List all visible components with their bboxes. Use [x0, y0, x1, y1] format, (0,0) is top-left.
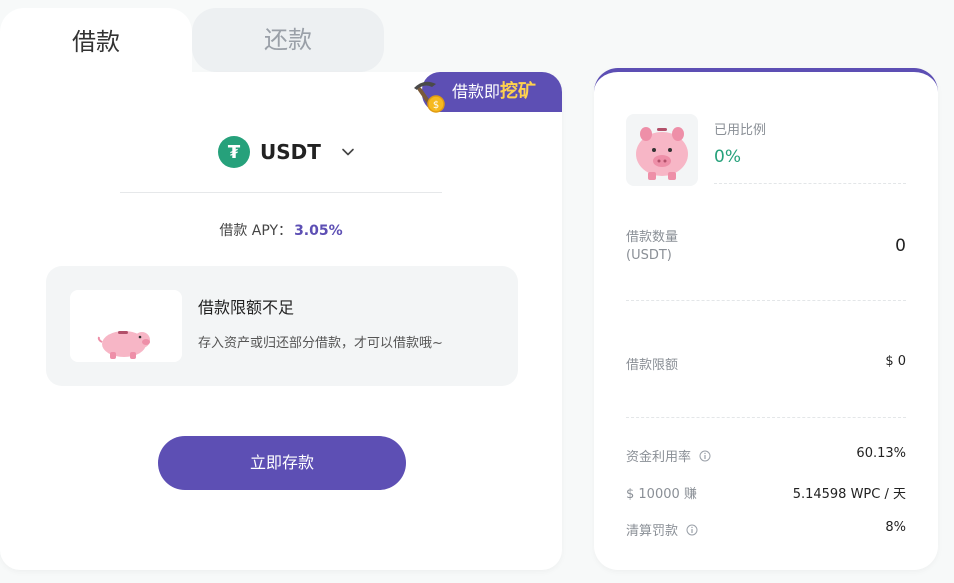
- svg-text:$: $: [433, 100, 439, 111]
- badge-text: 借款即: [452, 82, 501, 101]
- token-symbol: USDT: [260, 140, 321, 164]
- pickaxe-coin-icon: $: [414, 81, 445, 113]
- borrow-amount-unit: (USDT): [626, 248, 672, 263]
- borrow-amount-label: 借款数量: [626, 230, 679, 245]
- info-circle-icon[interactable]: [686, 524, 698, 536]
- tether-icon-glyph: ₮: [227, 141, 241, 163]
- utilization-value: 60.13%: [856, 446, 906, 461]
- borrow-summary-panel: 已用比例 0% 借款数量 (USDT) 0 借款限额 $ 0 资金利用率 60.…: [594, 68, 938, 570]
- apy-value: 3.05%: [294, 223, 343, 239]
- deposit-now-button[interactable]: 立即存款: [158, 436, 406, 490]
- borrow-limit-value: $ 0: [885, 354, 906, 369]
- insufficient-limit-notice: 借款限额不足 存入资产或归还部分借款，才可以借款哦~: [46, 266, 518, 386]
- apy-label: 借款 APY：: [219, 223, 293, 239]
- liquidation-penalty-value: 8%: [885, 520, 906, 535]
- utilization-label-text: 资金利用率: [626, 450, 692, 465]
- notice-description: 存入资产或归还部分借款，才可以借款哦~: [198, 336, 443, 351]
- tether-icon: ₮: [218, 136, 250, 168]
- earn-value: 5.14598 WPC / 天: [792, 487, 906, 502]
- tab-bar: 还款 借款: [0, 8, 560, 78]
- borrow-panel: $ 借款即挖矿 ₮ USDT 借款 APY： 3.05% 借款限额不足 存入资产…: [0, 72, 562, 570]
- limit-divider: [626, 417, 906, 418]
- notice-title: 借款限额不足: [198, 298, 295, 317]
- tab-borrow[interactable]: 借款: [0, 8, 192, 78]
- borrow-amount-value: 0: [895, 236, 906, 256]
- borrow-mining-badge[interactable]: $ 借款即挖矿: [414, 72, 562, 113]
- tab-repay[interactable]: 还款: [192, 8, 384, 72]
- liquidation-label-text: 清算罚款: [626, 524, 679, 539]
- piggy-bank-icon: [97, 331, 150, 359]
- piggy-bank-icon: [636, 127, 688, 180]
- chevron-down-icon: [342, 148, 354, 156]
- borrow-limit-label: 借款限额: [626, 358, 679, 373]
- badge-highlight: 挖矿: [500, 81, 537, 102]
- liquidation-penalty-label: 清算罚款: [626, 520, 698, 539]
- notice-illustration: [70, 290, 182, 362]
- borrow-apy: 借款 APY： 3.05%: [0, 220, 562, 240]
- used-ratio-label: 已用比例: [714, 123, 767, 138]
- token-divider: [120, 192, 442, 193]
- ratio-divider: [714, 183, 906, 184]
- token-selector[interactable]: ₮ USDT: [218, 134, 355, 170]
- earn-label: $ 10000 赚: [626, 487, 697, 502]
- info-circle-icon[interactable]: [699, 450, 711, 462]
- summary-illustration: [626, 114, 698, 186]
- utilization-label: 资金利用率: [626, 446, 711, 465]
- used-ratio-value: 0%: [714, 147, 741, 167]
- amount-divider: [626, 300, 906, 301]
